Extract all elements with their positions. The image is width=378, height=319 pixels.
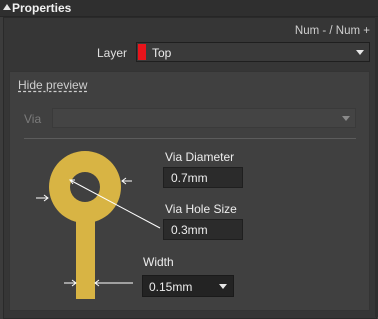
via-hole-size-label: Via Hole Size [165,202,237,216]
via-diameter-input[interactable]: 0.7mm [163,167,243,188]
width-value: 0.15mm [149,280,193,294]
via-diameter-label: Via Diameter [165,150,235,164]
width-dropdown[interactable]: 0.15mm [142,275,234,297]
width-label: Width [143,255,174,269]
via-hole-shape [70,172,100,202]
width-dimension-icon [64,279,133,287]
via-hole-size-input[interactable]: 0.3mm [163,219,243,240]
track-shape [76,212,95,299]
chevron-down-icon [219,284,227,289]
